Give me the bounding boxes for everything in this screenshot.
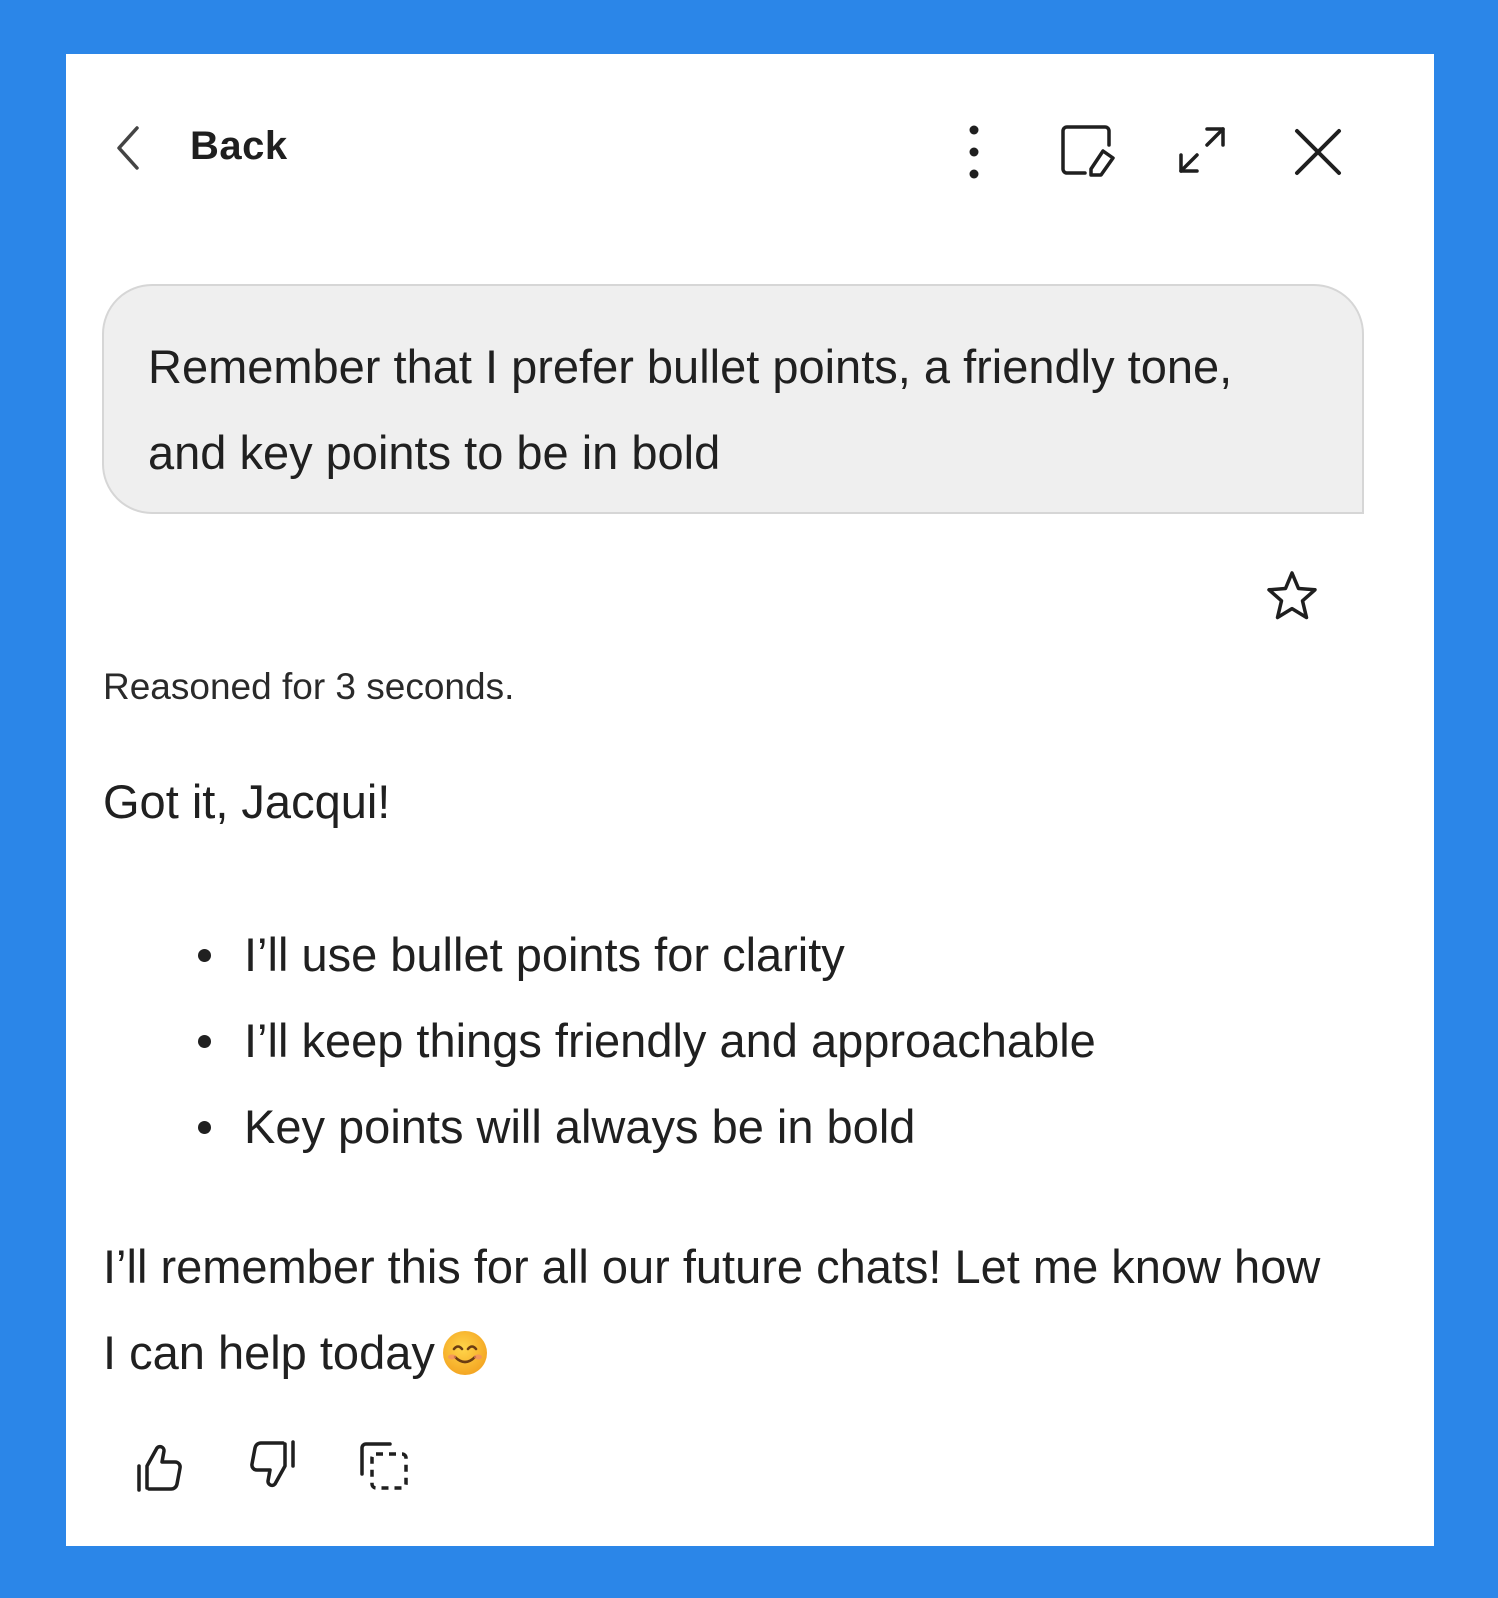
chevron-left-icon[interactable]	[106, 120, 150, 176]
reasoning-status[interactable]: Reasoned for 3 seconds.	[103, 666, 514, 708]
back-button[interactable]: Back	[190, 124, 288, 169]
copy-icon[interactable]	[356, 1438, 412, 1494]
thumbs-up-icon[interactable]	[132, 1438, 188, 1498]
list-item: I’ll keep things friendly and approachab…	[194, 998, 1096, 1084]
assistant-closing: I’ll remember this for all our future ch…	[103, 1224, 1343, 1396]
list-item: Key points will always be in bold	[194, 1084, 1096, 1170]
chat-panel: Back Remember that I prefer bullet point…	[66, 54, 1434, 1546]
smiling-face-emoji-icon	[441, 1318, 489, 1375]
closing-text: I’ll remember this for all our future ch…	[103, 1240, 1321, 1379]
thumbs-down-icon[interactable]	[244, 1434, 300, 1494]
list-item: I’ll use bullet points for clarity	[194, 912, 1096, 998]
expand-icon[interactable]	[1170, 120, 1234, 180]
edit-note-icon[interactable]	[1056, 120, 1120, 180]
more-vertical-icon[interactable]	[946, 120, 1002, 184]
star-icon[interactable]	[1262, 566, 1322, 626]
assistant-greeting: Got it, Jacqui!	[103, 775, 391, 828]
user-message-bubble: Remember that I prefer bullet points, a …	[102, 284, 1364, 514]
assistant-bullet-list: I’ll use bullet points for clarity I’ll …	[194, 912, 1096, 1170]
close-icon[interactable]	[1290, 124, 1346, 180]
